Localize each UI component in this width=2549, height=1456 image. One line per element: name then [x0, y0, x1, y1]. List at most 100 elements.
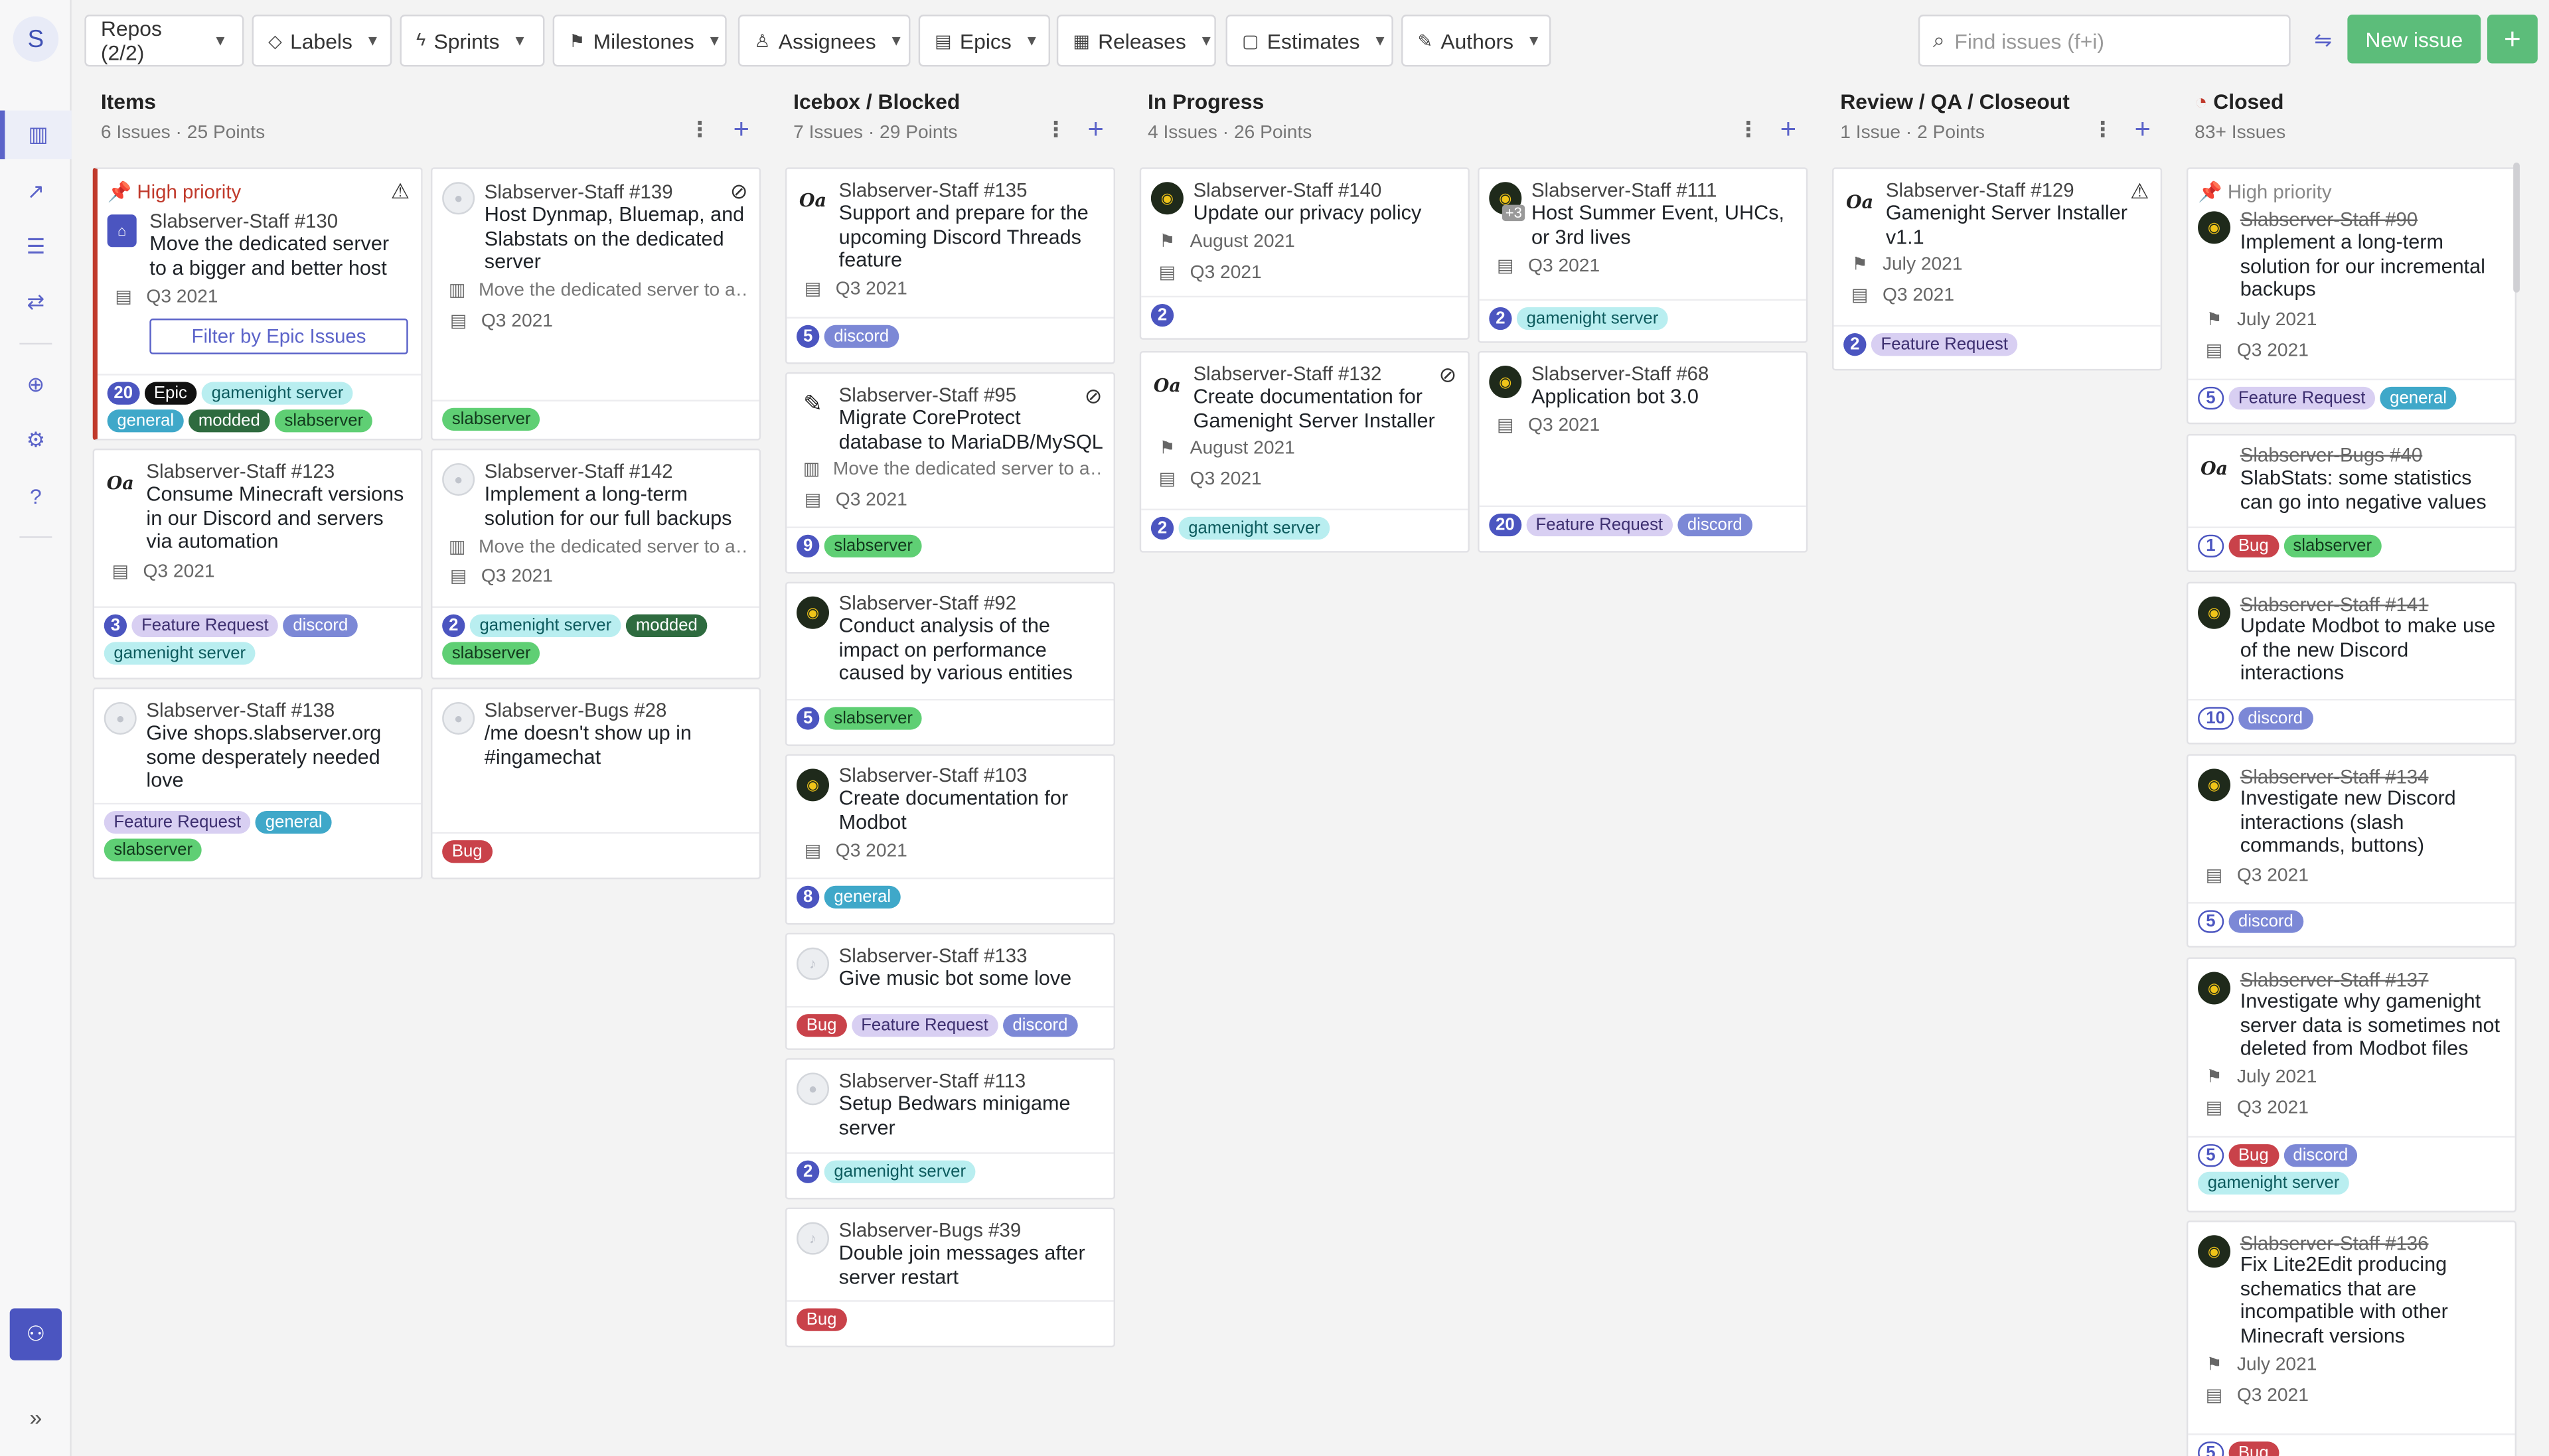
issue-card-132[interactable]: ⊘ Oa Slabserver-Staff #132 Create docume…: [1139, 350, 1470, 553]
issue-title: Give music bot some love: [838, 967, 1072, 990]
author-avatar: ◉: [2198, 972, 2231, 1005]
issue-card-139[interactable]: ⊘ ● Slabserver-Staff #139 Host Dynmap, B…: [430, 167, 761, 441]
authors-filter[interactable]: ✎ Authors ▼: [1401, 15, 1551, 67]
author-avatar: ◉: [2198, 768, 2231, 802]
column-count: 6 Issues · 25 Points: [100, 123, 266, 143]
column-add-icon[interactable]: +: [2125, 112, 2161, 148]
add-user-icon: ⚇: [26, 1321, 46, 1346]
settings-gear-icon[interactable]: ⚙: [0, 416, 72, 465]
help-icon[interactable]: ?: [0, 471, 72, 520]
workspace-avatar[interactable]: S: [13, 16, 59, 62]
estimate-icon: ▢: [1242, 31, 1259, 52]
issue-card-130[interactable]: 📌 High priority ⚠ ⌂ Slabserver-Staff #13…: [92, 167, 423, 441]
assignees-filter[interactable]: ♙ Assignees ▼: [737, 15, 911, 67]
milestones-filter[interactable]: ⚑ Milestones ▼: [552, 15, 727, 67]
releases-filter[interactable]: ▦ Releases ▼: [1056, 15, 1216, 67]
author-avatar: ✎: [797, 386, 829, 419]
card-labels: 5 Feature Request general: [2188, 378, 2515, 423]
epics-filter[interactable]: ▤ Epics ▼: [918, 15, 1051, 67]
create-menu-button[interactable]: +: [2487, 15, 2538, 64]
issue-card-111[interactable]: ◉ +3 Slabserver-Staff #111 Host Summer E…: [1478, 167, 1808, 343]
issue-title: Application bot 3.0: [1531, 385, 1699, 408]
label-general: general: [107, 409, 184, 433]
label-slabserver: slabserver: [442, 407, 541, 431]
card-labels: 8 general: [787, 877, 1114, 923]
display-toggle-icon[interactable]: ⇋: [2305, 23, 2341, 58]
filter-label: Estimates: [1267, 28, 1360, 53]
filter-label: Assignees: [778, 28, 876, 53]
closed-column-scrollbar[interactable]: [2513, 162, 2520, 293]
estimates-filter[interactable]: ▢ Estimates ▼: [1225, 15, 1393, 67]
reports-icon[interactable]: ↗: [0, 167, 72, 216]
estimate-badge: 2: [1150, 303, 1174, 327]
filter-by-epic-button[interactable]: Filter by Epic Issues: [149, 319, 408, 354]
issue-card-133[interactable]: ♪ Slabserver-Staff #133 Give music bot s…: [785, 932, 1116, 1051]
author-avatar: Oa: [2198, 451, 2231, 484]
dependencies-icon[interactable]: ⇄: [0, 278, 72, 327]
issue-card-134[interactable]: ◉ Slabserver-Staff #134 Investigate new …: [2186, 754, 2517, 948]
label-feature-request: Feature Request: [851, 1014, 998, 1037]
issue-card-138[interactable]: ● Slabserver-Staff #138 Give shops.slabs…: [92, 687, 423, 879]
search-input[interactable]: [1954, 28, 2264, 53]
column-menu-icon[interactable]: ⋮: [689, 117, 710, 143]
roadmap-icon[interactable]: ☰: [0, 223, 72, 271]
author-avatar: ♪: [797, 947, 829, 980]
label-bug: Bug: [797, 1014, 847, 1037]
milestone-icon: ⚑: [2206, 1067, 2222, 1088]
add-icon[interactable]: ⊕: [0, 361, 72, 409]
milestone-meta: ⚑ July 2021: [2204, 1354, 2317, 1375]
label-gamenight: gamenight server: [104, 642, 256, 665]
issue-card-90[interactable]: 📌 High priority ◉ Slabserver-Staff #90 I…: [2186, 167, 2517, 425]
estimate-badge: 5: [2198, 386, 2224, 410]
epic-meta: ▥ Move the dedicated server to a…: [448, 280, 749, 301]
board-view-icon[interactable]: ▥: [0, 110, 72, 160]
search-box[interactable]: ⌕: [1918, 15, 2291, 67]
release-icon: ▤: [1851, 286, 1869, 306]
repos-filter[interactable]: Repos (2/2) ▼: [84, 15, 244, 67]
closed-icon: ◔: [2195, 89, 2208, 114]
issue-ref: Slabserver-Bugs #39: [838, 1218, 1022, 1242]
column-menu-icon[interactable]: ⋮: [1045, 117, 1067, 143]
label-epic: Epic: [144, 382, 197, 405]
label-feature-request: Feature Request: [104, 811, 251, 834]
epic-icon: ▤: [935, 31, 952, 52]
release-meta: ▤ Q3 2021: [1497, 255, 1600, 277]
issue-card-40[interactable]: Oa Slabserver-Bugs #40 SlabStats: some s…: [2186, 433, 2517, 573]
issue-card-92[interactable]: ◉ Slabserver-Staff #92 Conduct analysis …: [785, 581, 1116, 747]
column-add-icon[interactable]: +: [1078, 112, 1114, 148]
issue-card-142[interactable]: ● Slabserver-Staff #142 Implement a long…: [430, 448, 761, 680]
issue-card-39[interactable]: ♪ Slabserver-Bugs #39 Double join messag…: [785, 1207, 1116, 1348]
estimate-badge: 3: [104, 614, 127, 638]
release-icon: ▦: [1073, 31, 1090, 52]
issue-card-140[interactable]: ◉ Slabserver-Staff #140 Update our priva…: [1139, 167, 1470, 340]
estimate-badge: 8: [797, 885, 820, 909]
column-title: Items: [100, 89, 157, 114]
expand-rail-icon[interactable]: »: [0, 1398, 72, 1437]
issue-card-123[interactable]: Oa Slabserver-Staff #123 Consume Minecra…: [92, 448, 423, 680]
sprints-filter[interactable]: ϟ Sprints ▼: [400, 15, 545, 67]
release-meta: ▤ Q3 2021: [2205, 1385, 2309, 1406]
issue-card-136[interactable]: ◉ Slabserver-Staff #136 Fix Lite2Edit pr…: [2186, 1220, 2517, 1456]
issue-card-95[interactable]: ⊘ ✎ Slabserver-Staff #95 Migrate CorePro…: [785, 372, 1116, 574]
column-add-icon[interactable]: +: [1770, 112, 1806, 148]
issue-card-68[interactable]: ◉ Slabserver-Staff #68 Application bot 3…: [1478, 350, 1808, 553]
issue-card-28[interactable]: ● Slabserver-Bugs #28 /me doesn't show u…: [430, 687, 761, 879]
issue-card-141[interactable]: ◉ Slabserver-Staff #141 Update Modbot to…: [2186, 581, 2517, 745]
issue-card-137[interactable]: ◉ Slabserver-Staff #137 Investigate why …: [2186, 957, 2517, 1212]
release-icon: ▤: [1158, 263, 1176, 283]
column-menu-icon[interactable]: ⋮: [1738, 117, 1759, 143]
estimate-badge: 2: [442, 614, 465, 638]
column-add-icon[interactable]: +: [724, 112, 759, 148]
issue-card-135[interactable]: Oa Slabserver-Staff #135 Support and pre…: [785, 167, 1116, 364]
issue-card-113[interactable]: ● Slabserver-Staff #113 Setup Bedwars mi…: [785, 1058, 1116, 1200]
issue-ref: Slabserver-Staff #103: [838, 764, 1028, 787]
new-issue-button[interactable]: New issue: [2347, 15, 2481, 64]
labels-filter[interactable]: ◇ Labels ▼: [252, 15, 392, 67]
label-discord: discord: [2283, 1144, 2358, 1167]
issue-card-103[interactable]: ◉ Slabserver-Staff #103 Create documenta…: [785, 754, 1116, 925]
column-menu-icon[interactable]: ⋮: [2092, 117, 2114, 143]
invite-user-button[interactable]: ⚇: [9, 1308, 62, 1360]
card-labels: 5 discord: [787, 317, 1114, 363]
issue-title: Migrate CoreProtect database to MariaDB/…: [838, 406, 1103, 453]
issue-card-129[interactable]: ⚠ Oa Slabserver-Staff #129 Gamenight Ser…: [1832, 167, 2163, 371]
